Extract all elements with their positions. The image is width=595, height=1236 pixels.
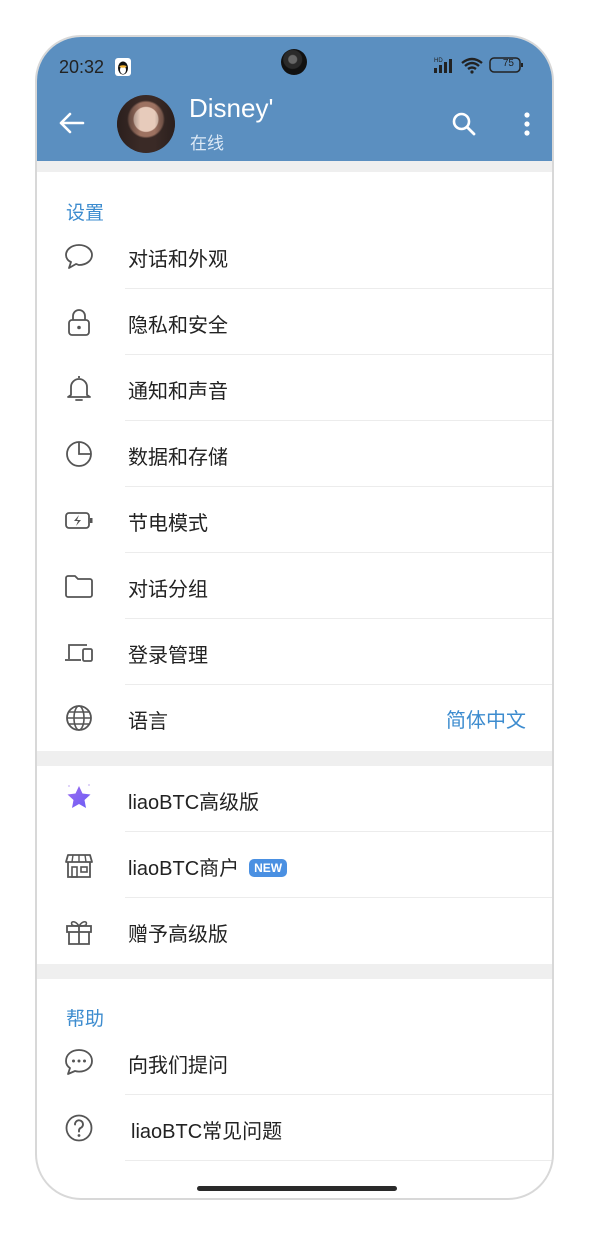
- settings-item-notifications[interactable]: 通知和声音: [37, 355, 552, 421]
- help-item-label: liaoBTC常见问题: [131, 1121, 283, 1143]
- business-item[interactable]: liaoBTC商户 NEW: [37, 832, 552, 898]
- premium-item-label: liaoBTC高级版: [128, 792, 260, 814]
- section-gap: [37, 964, 552, 979]
- new-badge: NEW: [249, 859, 288, 877]
- premium-item[interactable]: liaoBTC高级版: [37, 766, 552, 832]
- status-bar: 20:32 HD 75: [37, 37, 552, 87]
- pie-chart-icon: [66, 441, 92, 467]
- chat-dots-icon: [65, 1049, 93, 1075]
- status-time: 20:32: [59, 57, 105, 77]
- settings-item-label: 数据和存储: [128, 447, 228, 469]
- avatar[interactable]: [117, 95, 175, 153]
- question-icon: [65, 1114, 93, 1142]
- battery-icon: [65, 512, 93, 529]
- settings-item-data-storage[interactable]: 数据和存储: [37, 421, 552, 487]
- app-header: 20:32 HD 75 Disney' 在线: [37, 37, 552, 161]
- settings-item-label: 语言: [128, 711, 168, 733]
- settings-item-label: 对话和外观: [128, 249, 228, 271]
- globe-icon: [66, 705, 92, 731]
- settings-item-label: 通知和声音: [128, 381, 228, 403]
- svg-text:HD: HD: [434, 58, 443, 64]
- more-vertical-icon[interactable]: [515, 111, 539, 137]
- qq-penguin-icon: [115, 58, 131, 76]
- section-gap: [37, 161, 552, 172]
- star-icon: [67, 784, 91, 808]
- shop-icon: [65, 854, 93, 878]
- gift-icon: [66, 920, 92, 945]
- help-item-ask-question[interactable]: 向我们提问: [37, 1029, 552, 1095]
- section-title-help: 帮助: [66, 1009, 105, 1030]
- settings-item-label: 登录管理: [128, 645, 208, 667]
- settings-item-chat-appearance[interactable]: 对话和外观: [37, 223, 552, 289]
- online-status: 在线: [190, 134, 224, 153]
- settings-item-label: 隐私和安全: [128, 315, 228, 337]
- lock-icon: [68, 309, 90, 336]
- chat-bubble-icon: [65, 244, 93, 269]
- chat-title: Disney': [189, 93, 274, 123]
- folder-icon: [65, 575, 93, 598]
- phone-frame: 20:32 HD 75 Disney' 在线 设置 对话和外观 隐私和安全 通知…: [35, 35, 554, 1200]
- business-item-label: liaoBTC商户 NEW: [128, 852, 288, 881]
- settings-item-privacy[interactable]: 隐私和安全: [37, 289, 552, 355]
- gift-item-label: 赠予高级版: [128, 924, 228, 946]
- settings-item-chat-folders[interactable]: 对话分组: [37, 553, 552, 619]
- bell-icon: [67, 376, 91, 401]
- home-indicator[interactable]: [197, 1186, 397, 1191]
- section-title-settings: 设置: [66, 203, 105, 224]
- settings-item-devices[interactable]: 登录管理: [37, 619, 552, 685]
- settings-item-label: 节电模式: [128, 513, 208, 535]
- settings-item-language[interactable]: 语言 简体中文: [37, 685, 552, 751]
- settings-item-label: 对话分组: [128, 579, 208, 601]
- settings-list: 设置 对话和外观 隐私和安全 通知和声音 数据和存储 节电模式 对话分组 登录管…: [37, 161, 552, 1198]
- help-item-label: 向我们提问: [128, 1055, 228, 1077]
- help-item-faq[interactable]: liaoBTC常见问题: [37, 1095, 552, 1161]
- language-value: 简体中文: [446, 710, 526, 732]
- gift-premium-item[interactable]: 赠予高级版: [37, 898, 552, 964]
- devices-icon: [65, 644, 93, 662]
- business-label-text: liaoBTC商户: [128, 858, 240, 880]
- settings-item-power-saving[interactable]: 节电模式: [37, 487, 552, 553]
- divider: [125, 1160, 552, 1161]
- search-icon[interactable]: [451, 111, 477, 137]
- section-gap: [37, 751, 552, 766]
- back-arrow-icon[interactable]: [57, 111, 85, 135]
- front-camera: [281, 49, 307, 75]
- system-icons: HD 75: [434, 55, 524, 75]
- battery-level: 75: [502, 58, 514, 69]
